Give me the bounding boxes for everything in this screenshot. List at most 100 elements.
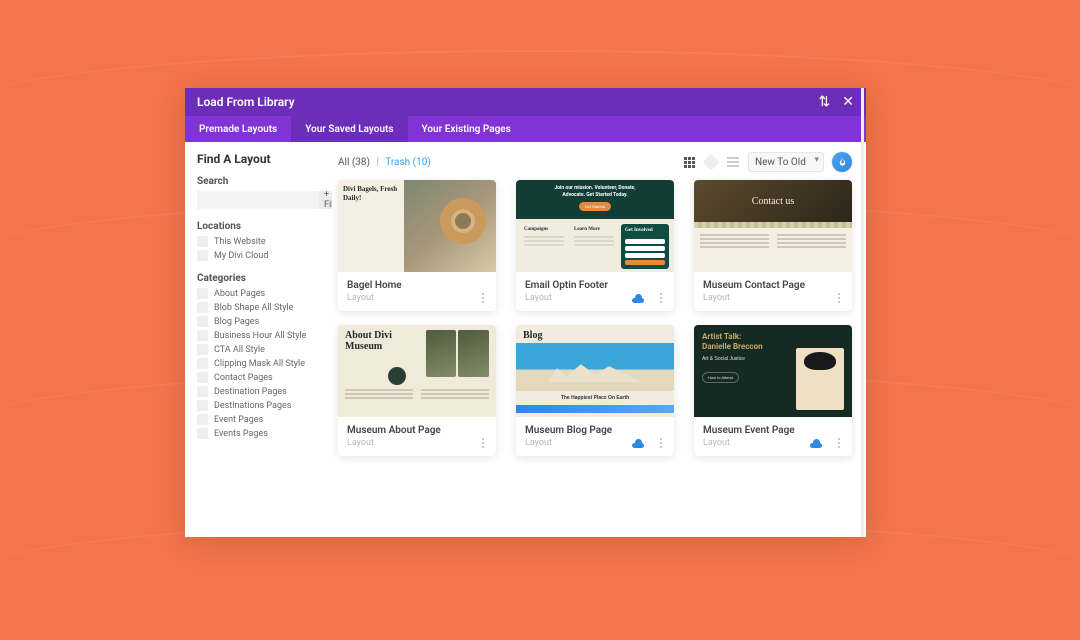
thumb-cta: Get Started (579, 202, 611, 211)
card-meta: Museum Event Page Layout (694, 417, 852, 456)
filter-all[interactable]: All (38) (338, 157, 370, 168)
layout-card[interactable]: Blog The Happiest Place On Earth Museum … (516, 325, 674, 456)
category-label: Clipping Mask All Style (214, 359, 305, 369)
categories-list: About Pages Blob Shape All Style Blog Pa… (197, 288, 332, 439)
card-title: Email Optin Footer (525, 280, 665, 291)
thumb-heading: Blog (516, 325, 674, 343)
thumb-heading-line: Artist Talk: (702, 332, 741, 341)
tag-view-icon[interactable] (704, 155, 718, 169)
sort-select-wrap: New To Old (748, 152, 824, 172)
flame-icon (837, 157, 848, 168)
checkbox-icon (197, 386, 208, 397)
list-view-icon[interactable] (726, 155, 740, 169)
layout-card[interactable]: Divi Bagels, Fresh Daily! Bagel Home Lay… (338, 180, 496, 311)
category-label: Business Hour All Style (214, 331, 306, 341)
all-label: All (338, 157, 349, 168)
layout-card[interactable]: Contact us Museum Contact Page Layout (694, 180, 852, 311)
thumb-cta: How to Attend (702, 372, 739, 383)
modal-title: Load From Library (197, 95, 295, 109)
category-label: Events Pages (214, 429, 268, 439)
card-menu-icon[interactable] (478, 438, 488, 448)
category-item[interactable]: Destination Pages (197, 386, 332, 397)
checkbox-icon (197, 330, 208, 341)
card-meta: Museum About Page Layout (338, 417, 496, 456)
filter-chip[interactable]: + Filter (319, 191, 332, 209)
category-label: Destinations Pages (214, 401, 291, 411)
card-meta: Email Optin Footer Layout (516, 272, 674, 311)
card-menu-icon[interactable] (478, 293, 488, 303)
card-thumbnail: Artist Talk:Danielle Breccon Art & Socia… (694, 325, 852, 417)
location-label: This Website (214, 237, 266, 247)
trash-label: Trash (385, 157, 410, 168)
card-thumbnail: About Divi Museum (338, 325, 496, 417)
header-actions: ⇅ ✕ (819, 94, 854, 110)
tab-your-existing-pages[interactable]: Your Existing Pages (408, 116, 525, 142)
card-menu-icon[interactable] (834, 293, 844, 303)
card-meta: Bagel Home Layout (338, 272, 496, 311)
sidebar-title: Find A Layout (197, 152, 332, 166)
card-meta: Museum Blog Page Layout (516, 417, 674, 456)
checkbox-icon (197, 358, 208, 369)
card-title: Museum Event Page (703, 425, 843, 436)
thumb-col-title: Get Involved (625, 228, 665, 234)
checkbox-icon (197, 250, 208, 261)
checkbox-icon (197, 344, 208, 355)
search-input[interactable] (197, 191, 319, 209)
filter-trash[interactable]: Trash (10) (385, 157, 431, 168)
tab-your-saved-layouts[interactable]: Your Saved Layouts (291, 116, 407, 142)
close-icon[interactable]: ✕ (842, 94, 854, 110)
layout-card[interactable]: About Divi Museum Museum About Page Layo… (338, 325, 496, 456)
card-menu-icon[interactable] (656, 293, 666, 303)
layout-card[interactable]: Join our mission. Volunteer, Donate, Adv… (516, 180, 674, 311)
category-label: Blog Pages (214, 317, 259, 327)
view-controls: New To Old (682, 152, 852, 172)
card-meta: Museum Contact Page Layout (694, 272, 852, 311)
topline: All (38) | Trash (10) New To Old (338, 152, 852, 172)
tab-premade-layouts[interactable]: Premade Layouts (185, 116, 291, 142)
category-item[interactable]: CTA All Style (197, 344, 332, 355)
category-item[interactable]: Destinations Pages (197, 400, 332, 411)
card-thumbnail: Contact us (694, 180, 852, 272)
checkbox-icon (197, 428, 208, 439)
category-item[interactable]: Clipping Mask All Style (197, 358, 332, 369)
category-item[interactable]: Contact Pages (197, 372, 332, 383)
modal-header: Load From Library ⇅ ✕ (185, 88, 866, 116)
card-title: Museum Contact Page (703, 280, 843, 291)
locations-list: This Website My Divi Cloud (197, 236, 332, 261)
category-item[interactable]: Event Pages (197, 414, 332, 425)
category-label: Destination Pages (214, 387, 287, 397)
cloud-icon (630, 293, 646, 303)
category-item[interactable]: Blob Shape All Style (197, 302, 332, 313)
user-avatar[interactable] (832, 152, 852, 172)
checkbox-icon (197, 414, 208, 425)
sort-toggle-icon[interactable]: ⇅ (819, 94, 831, 110)
grid-view-icon[interactable] (682, 155, 696, 169)
category-label: Contact Pages (214, 373, 273, 383)
card-title: Museum About Page (347, 425, 487, 436)
checkbox-icon (197, 288, 208, 299)
thumb-subheading: Art & Social Justice (702, 356, 790, 362)
thumb-col-title: Campaigns (524, 227, 564, 233)
location-label: My Divi Cloud (214, 251, 268, 261)
thumb-caption: The Happiest Place On Earth (516, 395, 674, 401)
cards-grid: Divi Bagels, Fresh Daily! Bagel Home Lay… (338, 180, 852, 456)
category-item[interactable]: Blog Pages (197, 316, 332, 327)
location-my-divi-cloud[interactable]: My Divi Cloud (197, 250, 332, 261)
search-row: + Filter (197, 191, 332, 209)
card-menu-icon[interactable] (656, 438, 666, 448)
layout-card[interactable]: Artist Talk:Danielle Breccon Art & Socia… (694, 325, 852, 456)
checkbox-icon (197, 400, 208, 411)
thumb-heading: About Divi Museum (345, 330, 420, 352)
card-menu-icon[interactable] (834, 438, 844, 448)
category-item[interactable]: Business Hour All Style (197, 330, 332, 341)
checkbox-icon (197, 302, 208, 313)
location-this-website[interactable]: This Website (197, 236, 332, 247)
card-type: Layout (347, 438, 487, 448)
trash-count: 10 (416, 157, 427, 168)
sort-select[interactable]: New To Old (748, 152, 824, 172)
card-title: Museum Blog Page (525, 425, 665, 436)
category-item[interactable]: About Pages (197, 288, 332, 299)
main-panel: All (38) | Trash (10) New To Old (332, 142, 866, 537)
category-item[interactable]: Events Pages (197, 428, 332, 439)
thumb-heading-line: Danielle Breccon (702, 342, 763, 351)
